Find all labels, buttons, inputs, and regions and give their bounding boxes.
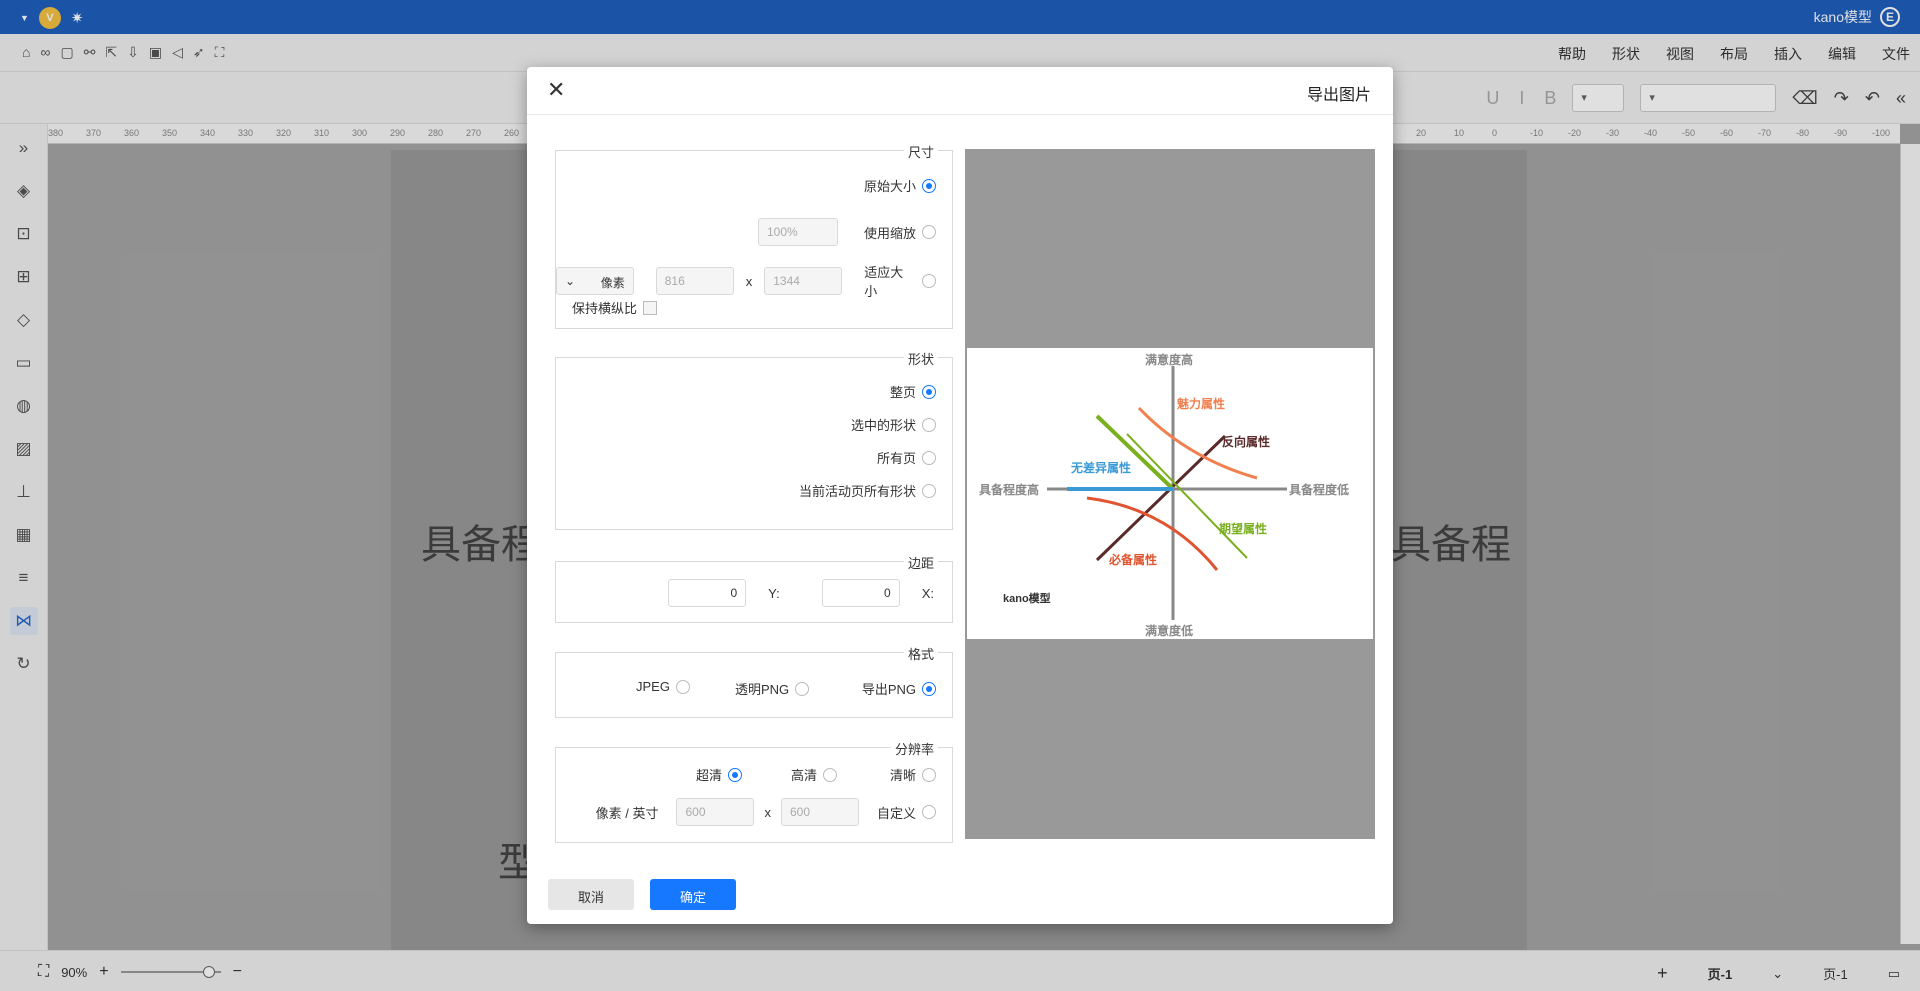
margin-y-input[interactable]: [668, 579, 747, 607]
format-png-label: 导出PNG: [861, 682, 916, 697]
size-original-row[interactable]: 原始大小: [864, 176, 936, 195]
resolution-ultra-radio[interactable]: [728, 767, 743, 782]
shape-whole-radio[interactable]: [922, 384, 936, 399]
resolution-w-input[interactable]: [780, 798, 859, 826]
size-original-radio[interactable]: [922, 178, 936, 193]
resolution-x-label: x: [764, 804, 771, 820]
preview-image: 满意度高 满意度低 具备程度高 具备程度低 魅力属性 反向属性 无差异属性 期望…: [967, 348, 1373, 639]
preview-top-label: 满意度高: [1145, 352, 1193, 367]
preview-indifferent-label: 无差异属性: [1070, 460, 1131, 475]
resolution-high-radio[interactable]: [823, 767, 838, 782]
margin-row: Y: X:: [668, 579, 934, 607]
height-input[interactable]: [655, 267, 734, 295]
preview-left-label: 具备程度高: [979, 482, 1039, 497]
margin-x-label: X:: [921, 585, 934, 601]
format-legend: 格式: [903, 644, 938, 663]
format-transparent-radio[interactable]: [795, 681, 810, 696]
export-image-dialog: 导出图片 ✕ 满意度高 满意度低 具备程度高 具备程度低 魅力属性 反向属性 无…: [527, 67, 1393, 924]
shape-selected-label: 选中的形状: [850, 418, 916, 433]
resolution-unit-label: 像素 / 英寸: [595, 805, 659, 821]
scale-input[interactable]: [757, 218, 838, 246]
size-scale-row: 使用缩放: [757, 218, 936, 246]
resolution-custom-radio[interactable]: [922, 805, 936, 819]
kano-diagram-preview: 满意度高 满意度低 具备程度高 具备程度低 魅力属性 反向属性 无差异属性 期望…: [979, 352, 1349, 638]
keep-ratio-row[interactable]: 保持横纵比: [572, 298, 658, 317]
resolution-high-label: 高清: [791, 768, 818, 783]
resolution-group: 分辨率 超清 高清 清晰 像素 / 英寸 x 自定义: [555, 739, 953, 843]
size-original-label: 原始大小: [863, 179, 916, 194]
dialog-title: 导出图片: [1306, 87, 1371, 104]
dialog-header: 导出图片 ✕: [527, 67, 1393, 115]
margin-y-label: Y:: [768, 585, 780, 601]
shape-legend: 形状: [903, 349, 938, 368]
size-group: 尺寸 原始大小 使用缩放 ⌄ 像素 x 适应大小 保持横纵比: [555, 142, 953, 329]
resolution-h-input[interactable]: [676, 798, 755, 826]
size-fit-row: ⌄ 像素 x 适应大小: [556, 262, 936, 300]
format-png-radio[interactable]: [922, 681, 936, 696]
preview-expected-label: 期望属性: [1219, 521, 1267, 536]
shape-whole-label: 整页: [889, 385, 916, 400]
shape-current-row[interactable]: 当前活动页所有形状: [799, 481, 936, 500]
resolution-ultra-label: 超清: [696, 768, 723, 783]
size-fit-label: 适应大小: [864, 265, 904, 299]
format-jpeg-row[interactable]: JPEG: [636, 679, 690, 694]
export-preview: 满意度高 满意度低 具备程度高 具备程度低 魅力属性 反向属性 无差异属性 期望…: [965, 149, 1375, 839]
unit-select-value: 像素: [600, 276, 625, 290]
cancel-button[interactable]: 取消: [548, 879, 634, 910]
preview-reverse-label: 反向属性: [1222, 434, 1270, 449]
size-scale-label: 使用缩放: [863, 225, 916, 241]
margin-legend: 边距: [903, 553, 938, 572]
close-icon[interactable]: ✕: [547, 77, 565, 103]
shape-all-pages-row[interactable]: 所有页: [877, 448, 936, 467]
preview-bottom-label: 满意度低: [1145, 623, 1193, 638]
resolution-clear-row[interactable]: 清晰: [890, 765, 936, 784]
margin-x-input[interactable]: [821, 579, 900, 607]
resolution-clear-label: 清晰: [889, 768, 916, 783]
unit-select-arrow-icon: ⌄: [565, 274, 576, 288]
resolution-high-row[interactable]: 高清: [791, 765, 838, 784]
shape-selected-radio[interactable]: [922, 417, 936, 432]
size-x-label: x: [745, 273, 753, 289]
resolution-custom-label: 自定义: [876, 805, 916, 821]
format-jpeg-label: JPEG: [636, 679, 670, 694]
format-png-row[interactable]: 导出PNG: [862, 679, 936, 698]
shape-group: 形状 整页 选中的形状 所有页 当前活动页所有形状: [555, 349, 953, 530]
size-legend: 尺寸: [903, 142, 938, 161]
keep-ratio-checkbox[interactable]: [643, 300, 658, 315]
shape-selected-row[interactable]: 选中的形状: [851, 415, 936, 434]
resolution-clear-radio[interactable]: [922, 767, 936, 782]
margin-group: 边距 Y: X:: [555, 553, 953, 623]
resolution-legend: 分辨率: [890, 739, 938, 758]
shape-all-pages-label: 所有页: [876, 451, 916, 466]
width-input[interactable]: [764, 267, 843, 295]
preview-must-label: 必备属性: [1108, 552, 1157, 567]
unit-select[interactable]: ⌄ 像素: [556, 267, 634, 295]
size-scale-radio[interactable]: [922, 225, 936, 239]
preview-charm-label: 魅力属性: [1177, 396, 1225, 411]
size-fit-radio[interactable]: [922, 274, 936, 288]
resolution-ultra-row[interactable]: 超清: [696, 765, 743, 784]
keep-ratio-label: 保持横纵比: [572, 301, 638, 316]
preview-brand-label: kano模型: [1003, 591, 1051, 605]
shape-current-label: 当前活动页所有形状: [798, 484, 916, 499]
shape-all-pages-radio[interactable]: [922, 450, 936, 465]
preview-right-label: 具备程度低: [1289, 482, 1349, 497]
format-group: 格式 JPEG 透明PNG 导出PNG: [555, 644, 953, 718]
format-transparent-row[interactable]: 透明PNG: [735, 679, 810, 698]
shape-whole-row[interactable]: 整页: [890, 382, 936, 401]
resolution-custom-row: 像素 / 英寸 x 自定义: [596, 798, 936, 826]
shape-current-radio[interactable]: [922, 483, 936, 498]
format-jpeg-radio[interactable]: [675, 679, 690, 694]
format-transparent-label: 透明PNG: [735, 682, 790, 697]
confirm-button[interactable]: 确定: [650, 879, 736, 910]
